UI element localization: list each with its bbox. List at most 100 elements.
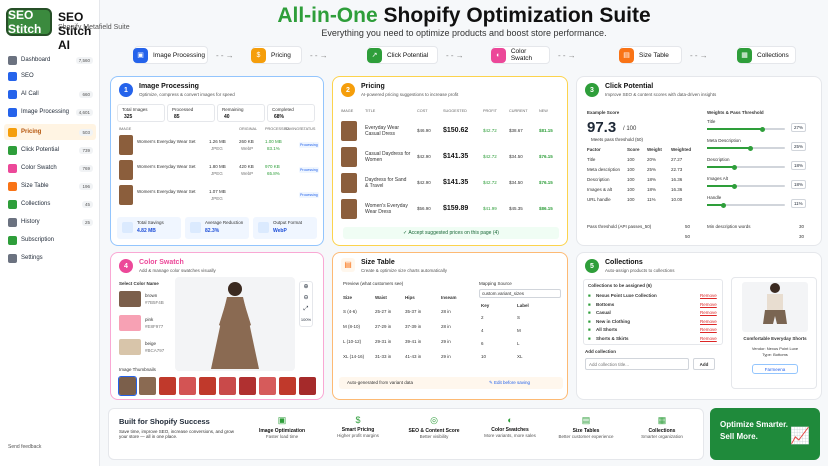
weight-percent-input[interactable]: 11% xyxy=(791,199,806,208)
stat-label: Total Images xyxy=(122,107,148,112)
color-swatch-card: 4 Color Swatch Add & manage color swatch… xyxy=(110,252,324,400)
fit-icon[interactable]: ⤢ xyxy=(300,304,312,315)
card-subtitle: Optimize, compress & convert images for … xyxy=(139,92,235,97)
min-description-value[interactable]: 30 xyxy=(799,224,804,229)
mapping-source-input[interactable]: custom.variant_sizes xyxy=(479,289,561,298)
pass-threshold-value[interactable]: 50 xyxy=(685,224,690,229)
remove-collection-button[interactable]: Remove xyxy=(700,293,717,298)
sidebar-item-count: 45 xyxy=(81,200,93,208)
pass-threshold-input[interactable]: 50 xyxy=(685,234,690,239)
sidebar-item-color-swatch[interactable]: Color Swatch 769 xyxy=(4,160,96,176)
weight-slider[interactable] xyxy=(707,183,785,189)
product-tag-chip[interactable]: Farmeena xyxy=(752,364,798,374)
edit-before-saving-button[interactable]: ✎ Edit before saving xyxy=(489,380,530,386)
sidebar-item-click-potential[interactable]: Click Potential 739 xyxy=(4,142,96,158)
color-swatch-chip[interactable] xyxy=(119,315,141,331)
image-thumbnail[interactable] xyxy=(199,377,216,395)
table-header: Score xyxy=(627,147,640,152)
accept-prices-button[interactable]: ✓ Accept suggested prices on this page (… xyxy=(343,227,559,239)
remove-collection-button[interactable]: Remove xyxy=(700,310,717,315)
weight-percent-input[interactable]: 27% xyxy=(791,123,807,132)
color-name: beige xyxy=(145,341,157,346)
score-value: 97.3 xyxy=(587,119,617,136)
remove-collection-button[interactable]: Remove xyxy=(700,327,717,332)
map-cell: L xyxy=(517,341,520,346)
remove-collection-button[interactable]: Remove xyxy=(700,336,717,341)
sidebar-item-image-processing[interactable]: Image Processing 4,601 xyxy=(4,104,96,120)
feature-icon: $ xyxy=(355,415,361,425)
sidebar-item-seo[interactable]: SEO xyxy=(4,68,96,84)
sidebar-item-subscription[interactable]: Subscription xyxy=(4,232,96,248)
feature-icon: ▣ xyxy=(277,415,287,425)
sidebar-item-history[interactable]: History 25 xyxy=(4,214,96,230)
weight-slider[interactable] xyxy=(707,145,785,151)
collection-name: All Shorts xyxy=(596,327,618,332)
image-thumbnail[interactable] xyxy=(179,377,196,395)
image-thumbnail[interactable] xyxy=(139,377,156,395)
color-hex: #7B5F4B xyxy=(145,300,164,305)
image-thumbnail[interactable] xyxy=(118,376,137,396)
size-table-step-icon: ▤ xyxy=(619,47,634,63)
slider-handle[interactable] xyxy=(759,126,765,132)
weight-slider[interactable] xyxy=(707,164,785,170)
image-thumbnail[interactable] xyxy=(259,377,276,395)
step-image-processing[interactable]: ▣ Image Processing xyxy=(133,46,208,64)
sidebar-item-dashboard[interactable]: Dashboard 7,560 xyxy=(4,52,96,68)
sidebar-item-ai-call[interactable]: AI Call 660 xyxy=(4,86,96,102)
step-pricing[interactable]: $ Pricing xyxy=(251,46,302,64)
cost-value: $42.90 xyxy=(417,154,431,159)
image-thumbnail[interactable] xyxy=(239,377,256,395)
add-collection-input[interactable] xyxy=(585,358,689,370)
slider-handle[interactable] xyxy=(732,164,738,170)
sidebar-item-size-table[interactable]: Size Table 196 xyxy=(4,178,96,194)
assigned-title: Collections to be assigned (6) xyxy=(588,283,652,288)
slider-handle[interactable] xyxy=(732,183,738,189)
image-thumbnail[interactable] xyxy=(299,377,316,395)
model-dress-illustration xyxy=(211,282,259,369)
feature-description: Better visibility xyxy=(419,434,449,439)
zoom-in-icon[interactable]: ⊕ xyxy=(300,282,312,293)
table-header: PROFIT xyxy=(483,109,497,113)
weight-percent-input[interactable]: 18% xyxy=(791,180,807,189)
image-thumbnail[interactable] xyxy=(159,377,176,395)
weight-percent-input[interactable]: 25% xyxy=(791,142,807,151)
size-cell: 25-27 in xyxy=(375,309,392,314)
weight-slider[interactable] xyxy=(707,126,785,132)
sidebar-item-pricing[interactable]: Pricing 503 xyxy=(4,124,96,140)
weight-slider[interactable] xyxy=(707,202,785,208)
map-cell: S xyxy=(517,315,521,320)
send-feedback-link[interactable]: Send feedback xyxy=(8,444,41,450)
min-description-input[interactable]: 30 xyxy=(799,234,804,239)
color-swatch-chip[interactable] xyxy=(119,339,141,355)
remove-collection-button[interactable]: Remove xyxy=(700,302,717,307)
step-number-badge: 1 xyxy=(119,83,133,97)
image-thumbnail[interactable] xyxy=(219,377,236,395)
weight-percent-input[interactable]: 18% xyxy=(791,161,807,170)
add-collection-button[interactable]: Add xyxy=(693,358,715,370)
slider-handle[interactable] xyxy=(747,145,753,151)
slider-label: Handle xyxy=(707,195,722,200)
zoom-out-icon[interactable]: ⊖ xyxy=(300,293,312,304)
summary-label: Total Savings xyxy=(137,220,164,225)
cta-banner[interactable]: Optimize Smarter. Sell More. 📈 xyxy=(710,408,820,460)
stat-value: 325 xyxy=(124,114,133,120)
factor-cell: Meta description xyxy=(587,167,621,172)
sidebar-item-collections[interactable]: Collections 45 xyxy=(4,196,96,212)
step-click-potential[interactable]: ↗ Click Potential xyxy=(367,46,438,64)
stat-box: Remaining 40 xyxy=(217,104,265,122)
feature-icon: ▤ xyxy=(581,415,591,425)
feature-description: Smarter organization xyxy=(641,434,683,439)
color-swatch-chip[interactable] xyxy=(119,291,141,307)
card-subtitle: Auto-assign products to collections xyxy=(605,268,675,273)
remove-collection-button[interactable]: Remove xyxy=(700,319,717,324)
sidebar-item-settings[interactable]: Settings xyxy=(4,250,96,266)
product-thumbnail xyxy=(119,135,133,155)
step-color-swatch[interactable]: ◐ Color Swatch xyxy=(491,46,550,64)
feature-description: Better customer experience xyxy=(558,434,614,439)
image-thumbnail[interactable] xyxy=(279,377,296,395)
growth-chart-icon: 📈 xyxy=(790,428,810,445)
new-price: $81.15 xyxy=(539,128,553,133)
step-collections[interactable]: ▦ Collections xyxy=(737,46,796,64)
step-size-table[interactable]: ▤ Size Table xyxy=(619,46,682,64)
slider-handle[interactable] xyxy=(720,202,726,208)
